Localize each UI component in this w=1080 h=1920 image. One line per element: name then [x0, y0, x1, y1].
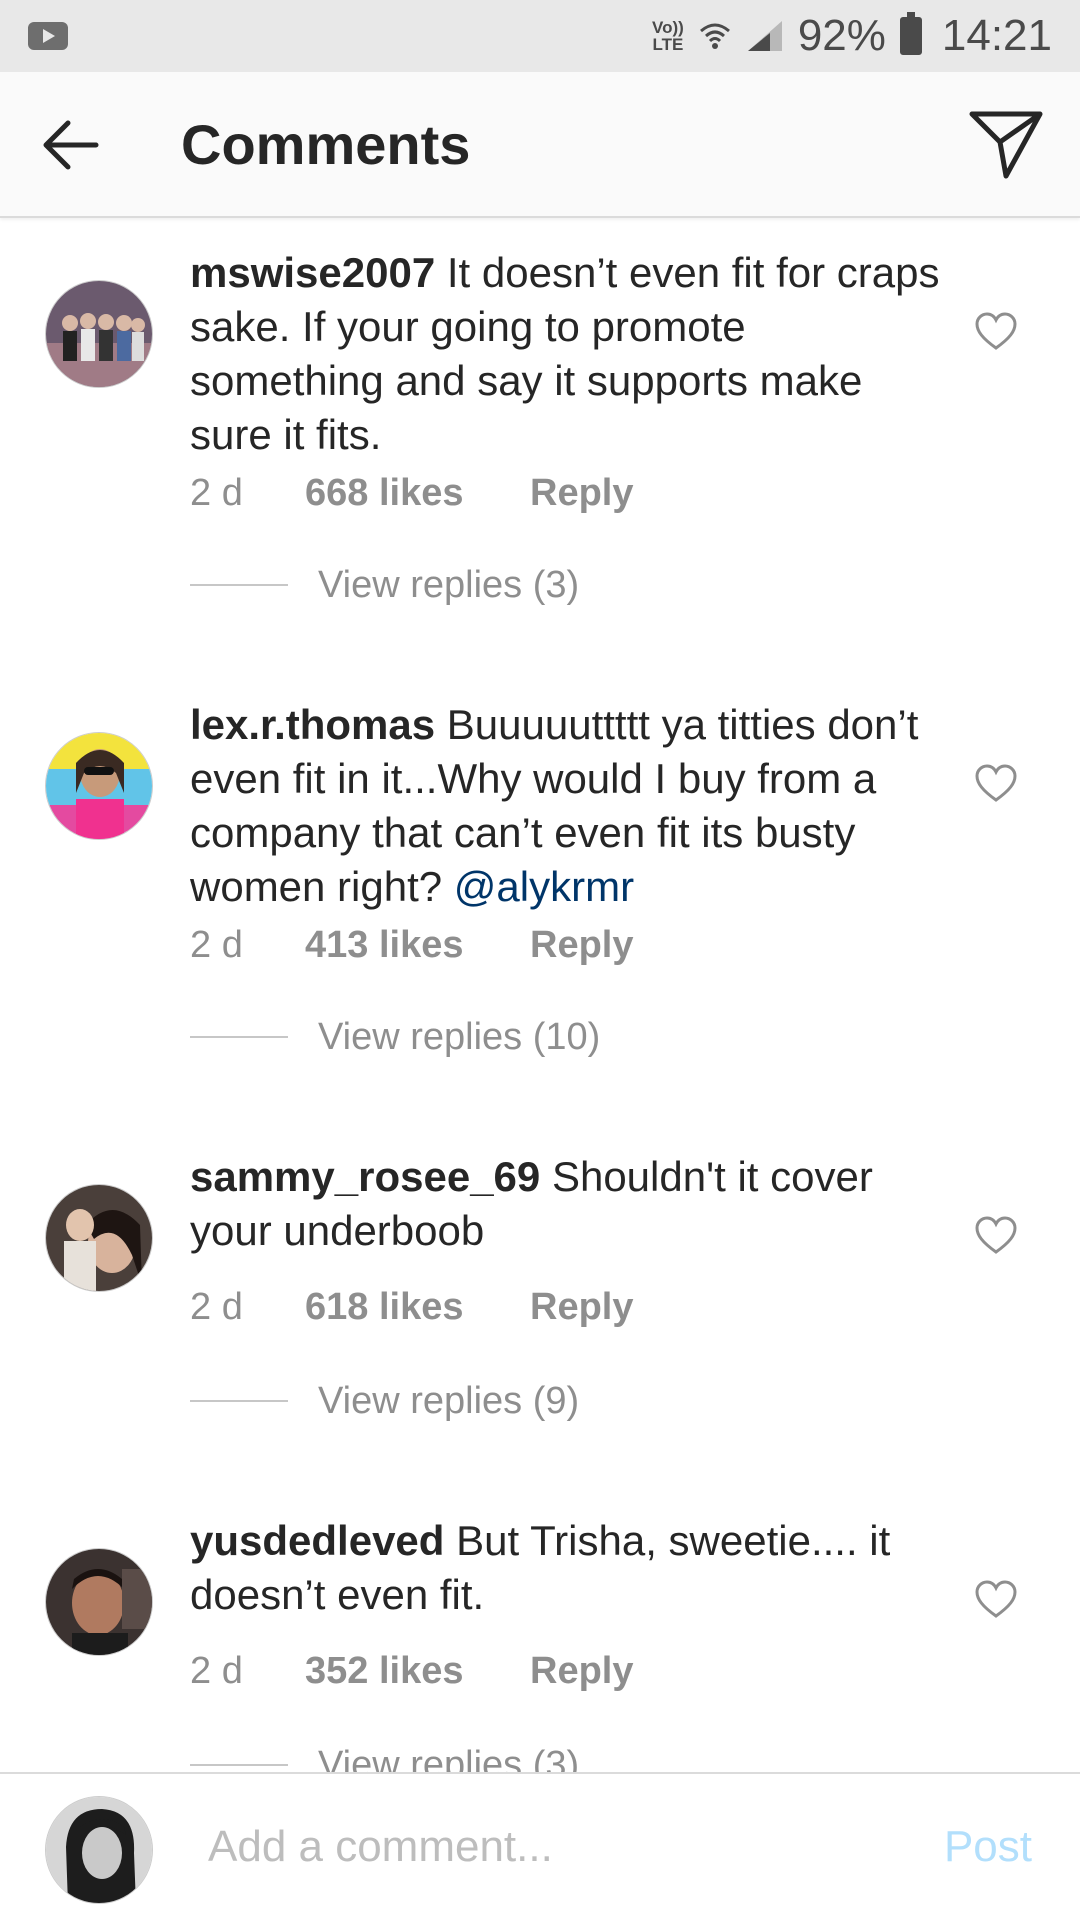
avatar[interactable] — [45, 1548, 153, 1656]
comment-meta: 2 d 668 likes Reply — [190, 472, 633, 515]
view-replies-button[interactable]: View replies (10) — [190, 1012, 600, 1062]
comment-meta: 2 d 618 likes Reply — [190, 1286, 633, 1329]
heart-icon[interactable] — [974, 1216, 1018, 1256]
likes-count[interactable]: 352 likes — [305, 1650, 530, 1693]
reply-button[interactable]: Reply — [530, 1286, 633, 1329]
divider-line — [190, 1764, 288, 1766]
view-replies-button[interactable]: View replies (3) — [190, 560, 579, 610]
divider-line — [190, 1400, 288, 1402]
comments-list[interactable]: mswise2007 It doesn’t even fit for craps… — [0, 218, 1080, 1772]
arrow-left-icon[interactable] — [40, 117, 100, 173]
comment-text: mswise2007 It doesn’t even fit for craps… — [190, 246, 950, 462]
comment-input[interactable] — [208, 1812, 908, 1882]
comment-username[interactable]: lex.r.thomas — [190, 701, 435, 748]
my-avatar — [45, 1796, 153, 1904]
volte-indicator: Vo)) LTE — [652, 19, 684, 53]
view-replies-label: View replies (10) — [318, 1015, 601, 1058]
volte-line2: LTE — [652, 35, 684, 54]
view-replies-button[interactable]: View replies (9) — [190, 1376, 579, 1426]
view-replies-label: View replies (3) — [318, 563, 580, 606]
heart-icon[interactable] — [974, 1580, 1018, 1620]
comment-input-bar: Post — [0, 1772, 1080, 1920]
heart-icon[interactable] — [974, 764, 1018, 804]
reply-button[interactable]: Reply — [530, 924, 633, 967]
likes-count[interactable]: 668 likes — [305, 472, 530, 515]
volte-line1: Vo)) — [652, 18, 684, 37]
comment-text: yusdedleved But Trisha, sweetie.... it d… — [190, 1514, 950, 1622]
battery-percent: 92% — [797, 11, 886, 60]
avatar[interactable] — [45, 280, 153, 388]
comment-time: 2 d — [190, 1286, 243, 1328]
comment-time: 2 d — [190, 472, 243, 514]
youtube-icon — [28, 22, 68, 50]
view-replies-label: View replies (9) — [318, 1379, 580, 1422]
divider-line — [190, 1036, 288, 1038]
battery-icon — [899, 12, 922, 55]
reply-button[interactable]: Reply — [530, 472, 633, 515]
mention-link[interactable]: @alykrmr — [454, 863, 634, 910]
status-bar: Vo)) LTE 92% 14:21 — [0, 0, 1080, 72]
comment-username[interactable]: sammy_rosee_69 — [190, 1153, 540, 1200]
clock: 14:21 — [941, 11, 1052, 60]
comment-meta: 2 d 413 likes Reply — [190, 924, 633, 967]
comment-time: 2 d — [190, 1650, 243, 1692]
signal-icon — [747, 21, 782, 51]
view-replies-button[interactable]: View replies (3) — [190, 1740, 579, 1772]
reply-button[interactable]: Reply — [530, 1650, 633, 1693]
comment-text: sammy_rosee_69 Shouldn't it cover your u… — [190, 1150, 950, 1258]
avatar[interactable] — [45, 732, 153, 840]
likes-count[interactable]: 413 likes — [305, 924, 530, 967]
post-button[interactable]: Post — [944, 1822, 1032, 1872]
comment-username[interactable]: yusdedleved — [190, 1517, 444, 1564]
heart-icon[interactable] — [974, 312, 1018, 352]
avatar[interactable] — [45, 1184, 153, 1292]
status-right: Vo)) LTE 92% 14:21 — [652, 10, 1052, 62]
page-title: Comments — [181, 113, 471, 176]
divider-line — [190, 584, 288, 586]
wifi-icon — [699, 23, 730, 49]
view-replies-label: View replies (3) — [318, 1743, 580, 1773]
comment-text: lex.r.thomas Buuuuuttttt ya titties don’… — [190, 698, 950, 914]
comment-meta: 2 d 352 likes Reply — [190, 1650, 633, 1693]
comment-time: 2 d — [190, 924, 243, 966]
comment-username[interactable]: mswise2007 — [190, 249, 435, 296]
likes-count[interactable]: 618 likes — [305, 1286, 530, 1329]
paper-plane-icon[interactable] — [968, 108, 1044, 180]
header: Comments — [0, 72, 1080, 218]
